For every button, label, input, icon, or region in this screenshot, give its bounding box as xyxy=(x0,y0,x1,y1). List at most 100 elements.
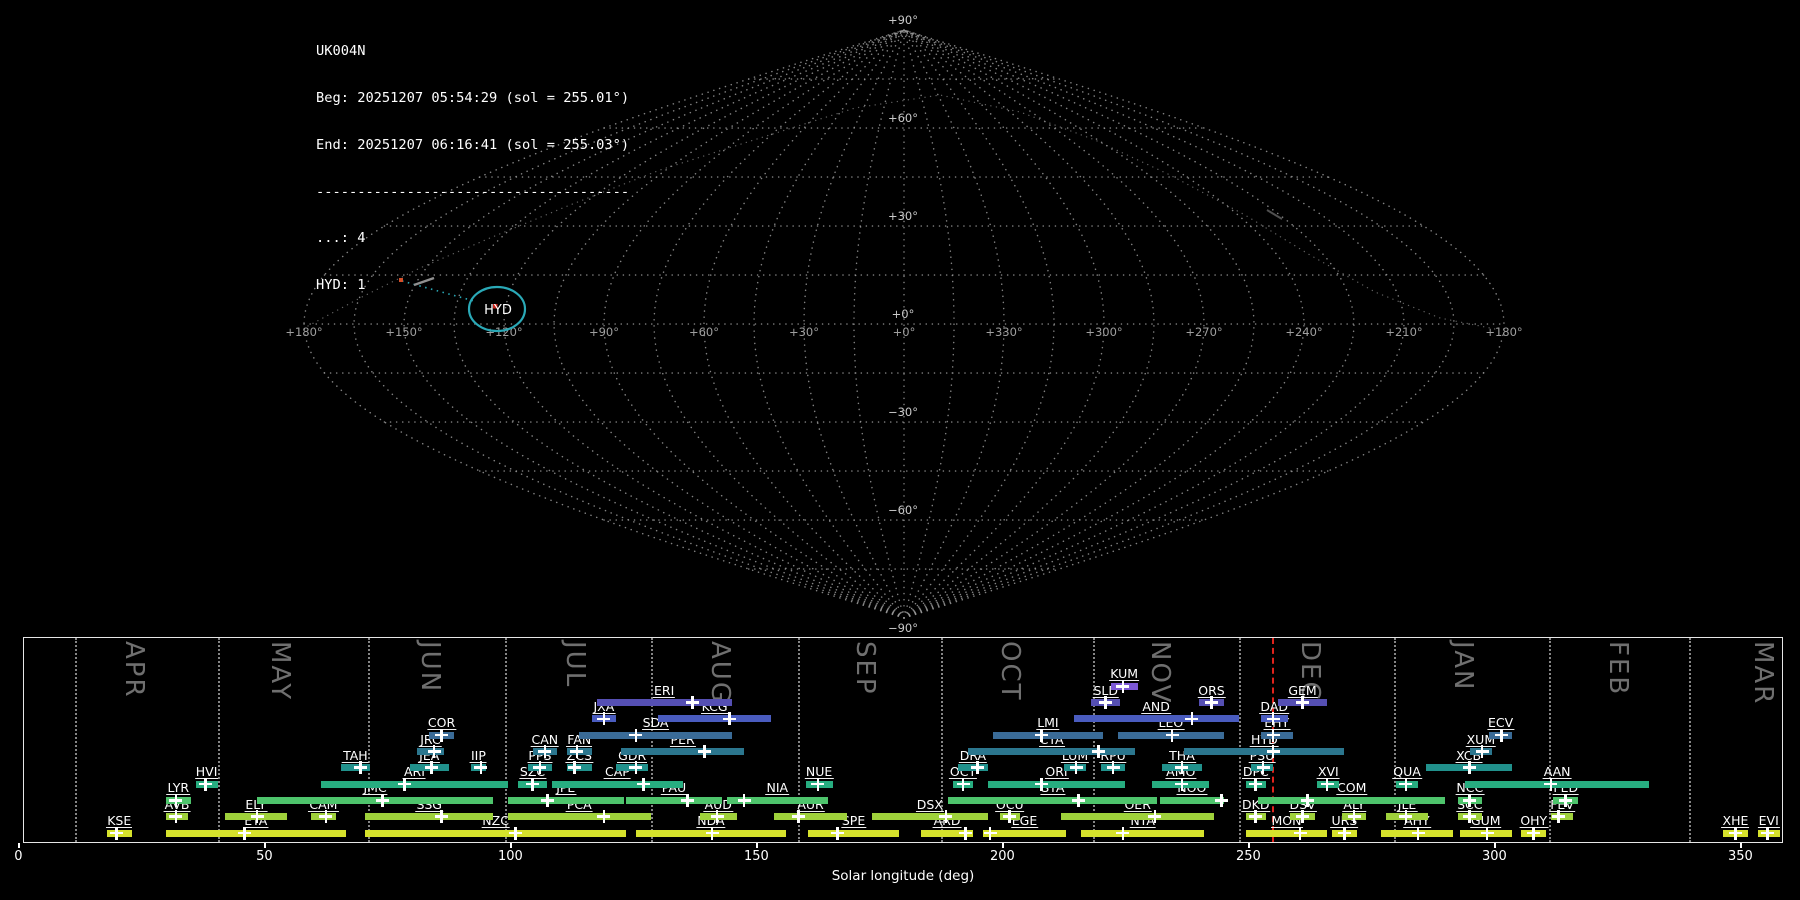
peak-marker-ecv xyxy=(1495,728,1509,742)
peak-cross-v xyxy=(796,810,800,824)
peak-marker-aan xyxy=(1544,777,1558,791)
peak-cross-v xyxy=(964,826,967,840)
peak-cross-v xyxy=(1298,826,1302,840)
peak-cross-v xyxy=(816,777,820,791)
peak-marker-jrc xyxy=(427,745,441,758)
peak-marker-urs xyxy=(1337,826,1351,840)
peak-cross-v xyxy=(703,745,707,758)
peak-marker-szc xyxy=(526,777,540,791)
peak-cross-v xyxy=(1404,810,1408,824)
peak-marker-hyd xyxy=(1266,745,1280,758)
peak-marker-leo xyxy=(1165,728,1179,742)
peak-cross-v xyxy=(836,826,839,840)
month-gridline-apr xyxy=(74,638,77,842)
month-gridline-nov xyxy=(1093,638,1096,842)
shower-bar-aur xyxy=(773,813,848,821)
peak-marker-jpe xyxy=(540,793,554,807)
shower-bar-sda xyxy=(579,731,732,739)
shower-bar-mon xyxy=(1245,829,1328,837)
peak-cross-v xyxy=(742,793,746,807)
peak-marker-psu xyxy=(1256,761,1270,775)
peak-marker-cor xyxy=(435,728,449,742)
peak-cross-v xyxy=(1557,810,1560,824)
x-tick-label-200: 200 xyxy=(989,849,1015,864)
peak-marker-eri xyxy=(685,696,699,710)
peak-marker-rpu xyxy=(1106,761,1120,775)
shower-bar-cta xyxy=(967,748,1136,755)
peak-marker-oer xyxy=(1148,810,1162,824)
peak-marker-fan xyxy=(570,745,584,758)
peak-cross-v xyxy=(728,712,731,726)
peak-cross-v xyxy=(1468,793,1472,807)
shower-label-nia: NIA xyxy=(765,780,790,796)
x-tick-label-0: 0 xyxy=(14,849,23,864)
peak-marker-nta xyxy=(1116,826,1130,840)
peak-cross-v xyxy=(710,826,714,840)
peak-marker-fed xyxy=(1559,793,1573,807)
peak-marker-gdr xyxy=(629,761,643,775)
peak-marker-mon xyxy=(1293,826,1307,840)
month-label-nov: NOV xyxy=(1145,641,1176,705)
peak-cross-v xyxy=(944,810,948,824)
x-tick-200 xyxy=(1002,843,1004,848)
shower-bar-pca xyxy=(507,813,651,821)
peak-marker-kcg xyxy=(722,712,736,726)
peak-cross-v xyxy=(1121,826,1125,840)
peak-marker-com xyxy=(1300,793,1314,807)
month-label-mar: MAR xyxy=(1748,641,1778,706)
peak-cross-v xyxy=(1549,777,1553,791)
x-tick-350 xyxy=(1740,843,1742,848)
shower-bar-oer xyxy=(1061,813,1214,821)
peak-marker-and xyxy=(1185,712,1199,726)
peak-marker-sld xyxy=(1099,696,1113,710)
peak-cross-v xyxy=(691,696,694,710)
month-gridline-may xyxy=(217,638,220,842)
peak-marker-ely xyxy=(250,810,264,824)
peak-marker-ahy xyxy=(1411,826,1425,840)
peak-cross-v xyxy=(1111,761,1115,775)
peak-marker-ncc xyxy=(1463,793,1477,807)
peak-marker-lum xyxy=(1069,761,1083,775)
peak-marker-avb xyxy=(169,810,183,824)
x-axis-label: Solar longitude (deg) xyxy=(831,868,975,884)
peak-cross-v xyxy=(1343,826,1346,840)
peak-cross-v xyxy=(1077,793,1080,807)
peak-marker-ori xyxy=(1035,777,1049,791)
shower-bar-hyd xyxy=(1184,748,1345,755)
peak-cross-v xyxy=(1500,728,1504,742)
peak-cross-v xyxy=(538,761,542,775)
peak-cross-v xyxy=(1170,728,1174,742)
peak-cross-v xyxy=(988,826,992,840)
peak-marker-hvi xyxy=(198,777,212,791)
x-tick-label-350: 350 xyxy=(1727,849,1753,864)
shower-bar-and xyxy=(1073,715,1239,723)
peak-marker-nue xyxy=(811,777,825,791)
peak-marker-pca xyxy=(597,810,611,824)
peak-marker-iip xyxy=(474,761,488,775)
peak-marker-noo xyxy=(1214,793,1228,807)
activity-chart: Solar longitude (deg) APR MAY JUN JUL AUG SEP… xyxy=(0,0,1800,900)
peak-marker-sta xyxy=(1072,793,1086,807)
peak-cross-v xyxy=(324,810,328,824)
peak-cross-v xyxy=(1153,810,1157,824)
peak-cross-v xyxy=(575,745,579,758)
peak-cross-v xyxy=(961,777,965,791)
meteor-observation-screen: +180° +150° +120° +90° +60° +30° +0° +330° +300°… xyxy=(0,0,1800,900)
peak-marker-ohy xyxy=(1527,826,1541,840)
month-label-jan: JAN xyxy=(1447,641,1478,692)
month-gridline-jan xyxy=(1393,638,1396,842)
peak-marker-lmi xyxy=(1035,728,1049,742)
peak-marker-zcs xyxy=(567,761,581,775)
peak-marker-aud xyxy=(710,810,724,824)
month-label-apr: APR xyxy=(119,641,150,699)
month-label-jun: JUN xyxy=(414,641,445,694)
peak-marker-kse xyxy=(110,826,124,840)
peak-marker-jxa xyxy=(597,712,611,726)
peak-cross-v xyxy=(1468,810,1472,824)
peak-marker-xum xyxy=(1475,745,1489,758)
peak-marker-oct xyxy=(956,777,970,791)
peak-cross-v xyxy=(1325,777,1329,791)
peak-cross-v xyxy=(1040,728,1044,742)
peak-cross-v xyxy=(573,761,576,775)
x-tick-label-250: 250 xyxy=(1235,849,1261,864)
